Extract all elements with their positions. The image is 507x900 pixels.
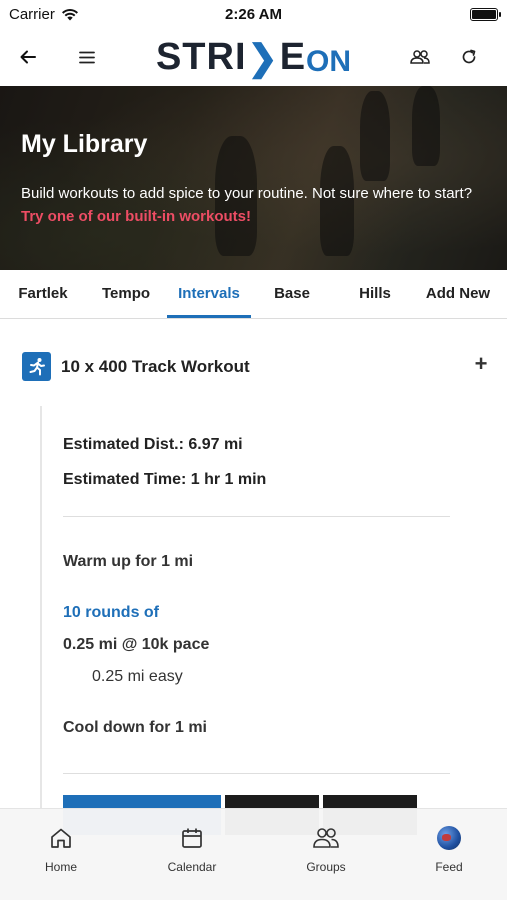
warmup-step: Warm up for 1 mi bbox=[63, 553, 194, 570]
nav-home-label: Home bbox=[44, 860, 77, 874]
estimated-time: Estimated Time: 1 hr 1 min bbox=[63, 471, 267, 488]
recovery-step: 0.25 mi easy bbox=[92, 668, 183, 685]
tab-add-new[interactable]: Add New bbox=[418, 270, 498, 318]
calendar-icon bbox=[182, 828, 202, 848]
tab-tempo[interactable]: Tempo bbox=[86, 270, 166, 318]
status-time: 2:26 AM bbox=[225, 6, 282, 23]
hero-description: Build workouts to add spice to your rout… bbox=[21, 182, 491, 228]
nav-home[interactable]: Home bbox=[21, 825, 101, 874]
nav-calendar[interactable]: Calendar bbox=[152, 825, 232, 874]
workout-type-tabs: Fartlek Tempo Intervals Base Hills Add N… bbox=[0, 270, 507, 319]
library-hero-banner: My Library Build workouts to add spice t… bbox=[0, 86, 507, 270]
tab-hills[interactable]: Hills bbox=[336, 270, 414, 318]
interval-step: 0.25 mi @ 10k pace bbox=[63, 636, 210, 653]
nav-calendar-label: Calendar bbox=[167, 860, 217, 874]
friends-button[interactable] bbox=[405, 42, 435, 72]
nav-groups[interactable]: Groups bbox=[286, 825, 366, 874]
tab-intervals[interactable]: Intervals bbox=[167, 270, 251, 318]
bottom-navigation: Home Calendar Groups Feed bbox=[0, 808, 507, 900]
tab-fartlek[interactable]: Fartlek bbox=[4, 270, 82, 318]
running-icon bbox=[22, 352, 51, 381]
hero-description-text: Build workouts to add spice to your rout… bbox=[21, 185, 473, 202]
tab-base[interactable]: Base bbox=[254, 270, 330, 318]
users-icon bbox=[410, 50, 430, 64]
estimated-distance: Estimated Dist.: 6.97 mi bbox=[63, 436, 243, 453]
workout-title: 10 x 400 Track Workout bbox=[61, 357, 250, 376]
app-header: STRI ❯ E ON bbox=[0, 28, 507, 86]
divider bbox=[63, 516, 450, 517]
hero-overlay bbox=[0, 86, 507, 270]
nav-feed[interactable]: Feed bbox=[409, 825, 489, 874]
refresh-button[interactable] bbox=[454, 42, 484, 72]
cooldown-step: Cool down for 1 mi bbox=[63, 719, 207, 736]
nav-groups-label: Groups bbox=[306, 860, 346, 874]
battery-icon bbox=[470, 7, 501, 21]
status-bar: Carrier 2:26 AM bbox=[0, 0, 507, 28]
divider bbox=[63, 773, 450, 774]
built-in-workouts-link[interactable]: Try one of our built-in workouts! bbox=[21, 208, 251, 225]
rounds-label: 10 rounds of bbox=[63, 604, 160, 621]
home-icon bbox=[51, 828, 71, 848]
workout-detail-panel: Estimated Dist.: 6.97 mi Estimated Time:… bbox=[40, 406, 470, 836]
nav-feed-label: Feed bbox=[435, 860, 463, 874]
workout-item-header[interactable]: 10 x 400 Track Workout + bbox=[0, 340, 507, 392]
page-title: My Library bbox=[21, 130, 148, 158]
add-workout-button[interactable]: + bbox=[470, 352, 492, 376]
globe-icon bbox=[437, 826, 461, 850]
groups-icon bbox=[313, 828, 339, 848]
refresh-icon bbox=[462, 49, 476, 64]
